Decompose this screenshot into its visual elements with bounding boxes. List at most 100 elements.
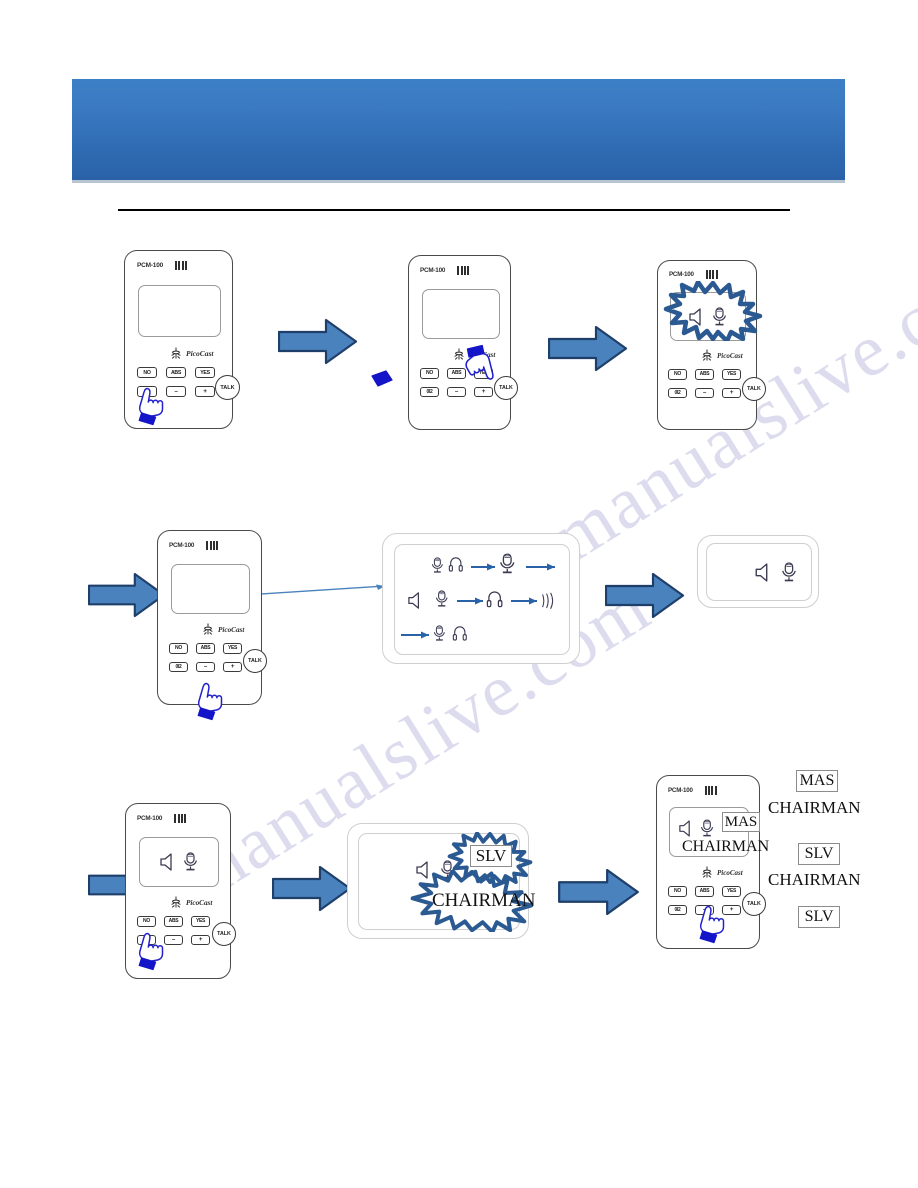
flow-arrow-7 bbox=[558, 868, 640, 916]
key-yes[interactable]: YES bbox=[195, 367, 215, 378]
cycle-item-0-mas: MAS bbox=[796, 770, 838, 792]
speaker-icon bbox=[679, 820, 690, 837]
key-plus[interactable]: + bbox=[191, 934, 210, 945]
keypad-row-1: NO ABS YES bbox=[668, 369, 741, 380]
key-talk[interactable]: TALK bbox=[212, 922, 236, 946]
key-yes[interactable]: YES bbox=[722, 886, 741, 897]
key-minus[interactable]: – bbox=[695, 387, 714, 398]
brand-label: PicoCast bbox=[717, 351, 743, 360]
signal-bars-icon bbox=[206, 541, 219, 550]
key-talk[interactable]: TALK bbox=[742, 892, 766, 916]
device-header: PCM-100 bbox=[669, 270, 718, 279]
cycle-item-3-chairman: CHAIRMAN bbox=[768, 870, 861, 889]
hand-pointer-no-key-cuff bbox=[370, 368, 396, 392]
key-minus[interactable]: – bbox=[447, 386, 466, 397]
cycle-item-1-chairman: CHAIRMAN bbox=[768, 798, 861, 817]
role-label-chairman-flash: CHAIRMAN bbox=[432, 890, 536, 911]
keypad-row-2: 0I2 – + bbox=[420, 386, 493, 397]
keypad-row-1: NO ABS YES bbox=[137, 916, 210, 927]
brand-logo: PicoCast bbox=[170, 896, 212, 909]
key-yes[interactable]: YES bbox=[191, 916, 210, 927]
key-abs[interactable]: ABS bbox=[164, 916, 183, 927]
device-model-label: PCM-100 bbox=[669, 271, 694, 278]
key-yes[interactable]: YES bbox=[223, 643, 242, 654]
key-no[interactable]: NO bbox=[668, 886, 687, 897]
signal-bars-icon bbox=[174, 814, 187, 823]
device-keypad: NO ABS YES 0I2 – + bbox=[169, 643, 242, 672]
brand-label: PicoCast bbox=[717, 868, 743, 877]
brandmark-icon bbox=[171, 896, 181, 908]
key-no[interactable]: NO bbox=[169, 643, 188, 654]
hand-pointer-plus-key-2 bbox=[692, 903, 732, 949]
key-menu[interactable]: 0I2 bbox=[668, 387, 687, 398]
device-step-4: PCM-100 PicoCast NO ABS YES 0I2 – + TALK bbox=[157, 530, 267, 705]
device-mode-label-box-mas: MAS bbox=[722, 812, 760, 832]
device-model-label: PCM-100 bbox=[137, 815, 163, 822]
device-role-label-chairman: CHAIRMAN bbox=[682, 838, 770, 855]
device-model-label: PCM-100 bbox=[169, 542, 195, 549]
brandmark-icon bbox=[702, 866, 712, 878]
brandmark-icon bbox=[702, 349, 712, 361]
header-banner bbox=[72, 79, 845, 183]
hand-pointer-menu-key-1 bbox=[131, 385, 171, 431]
key-no[interactable]: NO bbox=[668, 369, 687, 380]
key-yes[interactable]: YES bbox=[722, 369, 741, 380]
signal-bars-icon bbox=[704, 786, 717, 795]
brand-logo: PicoCast bbox=[701, 349, 743, 362]
key-minus[interactable]: – bbox=[196, 661, 215, 672]
screen-to-menu-connector bbox=[245, 583, 390, 602]
device-screen bbox=[138, 285, 221, 337]
flow-arrow-1 bbox=[278, 318, 358, 365]
keypad-row-1: NO ABS YES bbox=[169, 643, 242, 654]
brand-logo: PicoCast bbox=[202, 623, 244, 636]
key-no[interactable]: NO bbox=[137, 367, 157, 378]
audio-routing-menu-inner bbox=[394, 544, 570, 655]
flow-arrow-4 bbox=[605, 572, 685, 619]
header-underline bbox=[118, 209, 790, 211]
device-keypad: NO ABS YES 0I2 – + bbox=[668, 369, 741, 398]
key-menu[interactable]: 0I2 bbox=[420, 386, 439, 397]
device-screen bbox=[422, 289, 500, 339]
key-plus[interactable]: + bbox=[722, 387, 741, 398]
key-no[interactable]: NO bbox=[420, 368, 439, 379]
microphone-icon bbox=[700, 819, 714, 837]
brand-logo: PicoCast bbox=[701, 866, 743, 879]
key-no[interactable]: NO bbox=[137, 916, 156, 927]
key-talk[interactable]: TALK bbox=[494, 376, 518, 400]
hand-pointer-menu-key-2 bbox=[131, 930, 171, 976]
key-plus[interactable]: + bbox=[195, 386, 215, 397]
key-menu[interactable]: 0I2 bbox=[668, 904, 687, 915]
brandmark-icon bbox=[203, 623, 213, 635]
device-step-2: PCM-100 PicoCast NO ABS YES 0I2 – + TALK bbox=[408, 255, 518, 430]
mode-label-box-slv: SLV bbox=[470, 845, 512, 867]
key-menu[interactable]: 0I2 bbox=[169, 661, 188, 672]
brand-label: PicoCast bbox=[186, 898, 213, 907]
key-talk[interactable]: TALK bbox=[243, 649, 267, 673]
keypad-row-2: 0I2 – + bbox=[169, 661, 242, 672]
flow-arrow-6 bbox=[272, 865, 352, 912]
selected-mode-panel-inner bbox=[706, 543, 812, 601]
signal-bars-icon bbox=[705, 270, 718, 279]
audio-routing-menu-panel bbox=[382, 533, 580, 664]
key-talk[interactable]: TALK bbox=[742, 377, 766, 401]
brandmark-icon bbox=[171, 347, 181, 359]
speaker-icon bbox=[755, 562, 768, 582]
brand-label: PicoCast bbox=[218, 625, 245, 634]
key-abs[interactable]: ABS bbox=[196, 643, 215, 654]
key-talk[interactable]: TALK bbox=[215, 375, 240, 400]
device-header: PCM-100 bbox=[420, 266, 470, 275]
device-header: PCM-100 bbox=[137, 261, 187, 270]
key-abs[interactable]: ABS bbox=[166, 367, 186, 378]
key-abs[interactable]: ABS bbox=[695, 369, 714, 380]
audio-routing-diagram bbox=[401, 553, 555, 641]
device-screen bbox=[171, 564, 250, 614]
device-header: PCM-100 bbox=[668, 786, 717, 795]
key-abs[interactable]: ABS bbox=[695, 886, 714, 897]
device-screen bbox=[139, 837, 219, 887]
hand-pointer-plus-key-1 bbox=[190, 680, 230, 726]
screen-icon-group bbox=[678, 819, 715, 838]
key-plus[interactable]: + bbox=[223, 661, 242, 672]
microphone-icon bbox=[183, 852, 198, 871]
signal-bars-icon bbox=[457, 266, 470, 275]
cycle-item-2-slv: SLV bbox=[798, 843, 840, 865]
